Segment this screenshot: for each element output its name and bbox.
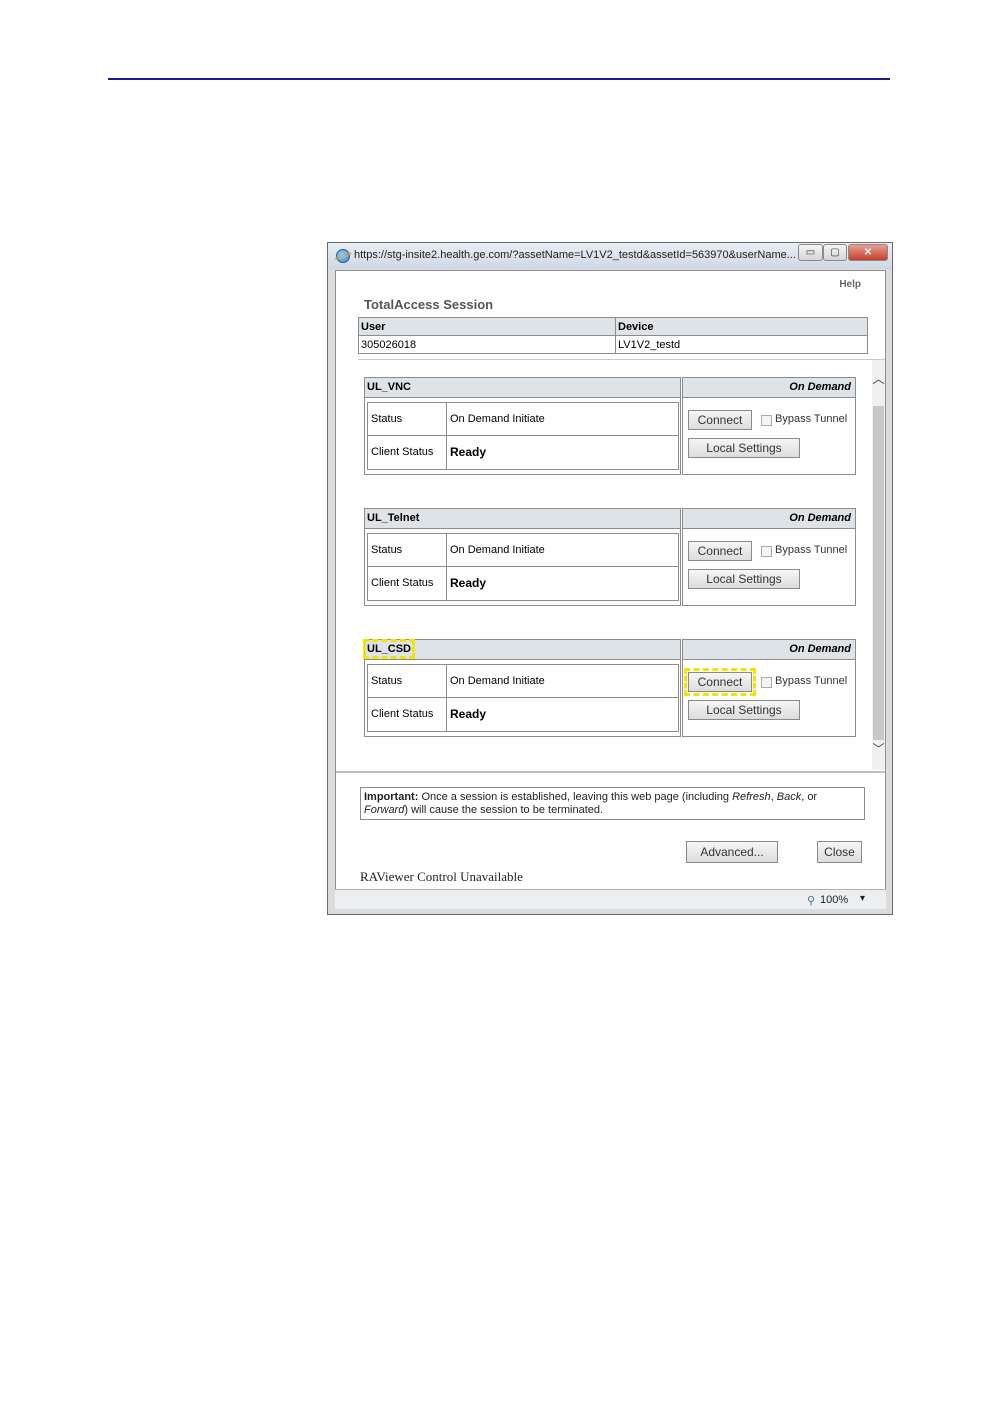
service-name: UL_Telnet (364, 508, 681, 529)
services-scroll-area[interactable]: UL_VNC On Demand Status On Demand Initia… (358, 359, 885, 771)
service-status-grid: Status On Demand Initiate Client Status … (364, 660, 681, 737)
status-label: Status (367, 533, 447, 567)
important-text-b: , or (801, 791, 818, 803)
service-panel-ul-telnet: UL_Telnet On Demand Status On Demand Ini… (364, 508, 856, 606)
service-status-grid: Status On Demand Initiate Client Status … (364, 398, 681, 475)
service-actions: Connect Bypass Tunnel Local Settings (682, 529, 856, 606)
status-value: On Demand Initiate (446, 402, 679, 436)
device-header: Device (615, 317, 868, 336)
service-name: UL_VNC (364, 377, 681, 398)
status-value: On Demand Initiate (446, 664, 679, 698)
session-info-table: User Device 305026018 LV1V2_testd (358, 317, 868, 354)
service-actions: Connect Bypass Tunnel Local Settings (682, 398, 856, 475)
client-status-value: Ready (446, 566, 679, 601)
user-value: 305026018 (358, 335, 616, 354)
raviewer-status-text: RAViewer Control Unavailable (360, 869, 523, 884)
status-label: Status (367, 664, 447, 698)
vertical-scrollbar[interactable]: ︿ ﹀ (872, 360, 885, 770)
client-status-label: Client Status (367, 566, 447, 601)
status-value: On Demand Initiate (446, 533, 679, 567)
browser-popup-window: https://stg-insite2.health.ge.com/?asset… (327, 242, 893, 915)
window-titlebar[interactable]: https://stg-insite2.health.ge.com/?asset… (328, 243, 892, 269)
important-back: Back (776, 791, 802, 803)
client-status-label: Client Status (367, 435, 447, 470)
scrollbar-thumb[interactable] (873, 406, 884, 740)
service-panel-ul-csd: UL_CSD On Demand Status On Demand Initia… (362, 639, 856, 737)
client-status-value: Ready (446, 697, 679, 732)
bypass-tunnel-checkbox[interactable] (761, 677, 772, 688)
important-text-c: ) will cause the session to be terminate… (404, 804, 604, 816)
maximize-button[interactable]: ▢ (823, 244, 847, 261)
bypass-tunnel-label: Bypass Tunnel (775, 675, 848, 687)
zoom-dropdown-icon[interactable]: ▾ (860, 893, 865, 904)
session-info-header-row: User Device (358, 317, 868, 336)
help-link[interactable]: Help (839, 279, 861, 290)
device-value: LV1V2_testd (615, 335, 868, 354)
service-mode: On Demand (682, 377, 856, 398)
session-info-row: 305026018 LV1V2_testd (358, 335, 868, 354)
scroll-down-icon[interactable]: ﹀ (872, 742, 885, 756)
important-text-a: Once a session is established, leaving t… (418, 791, 733, 803)
local-settings-button[interactable]: Local Settings (688, 700, 800, 720)
important-notice: Important: Once a session is established… (360, 787, 865, 820)
close-button[interactable]: Close (817, 841, 862, 863)
connect-button[interactable]: Connect (688, 410, 752, 430)
window-close-button[interactable]: ✕ (848, 244, 888, 261)
bypass-tunnel-label: Bypass Tunnel (775, 544, 848, 556)
zoom-icon: ⚲ (807, 895, 816, 907)
bypass-tunnel-checkbox[interactable] (761, 415, 772, 426)
connect-button[interactable]: Connect (688, 541, 752, 561)
page-content: Help TotalAccess Session User Device 305… (335, 270, 886, 903)
client-status-value: Ready (446, 435, 679, 470)
service-status-grid: Status On Demand Initiate Client Status … (364, 529, 681, 606)
bypass-tunnel-checkbox[interactable] (761, 546, 772, 557)
service-name-highlighted: UL_CSD (362, 639, 416, 659)
page-header-rule (108, 78, 890, 80)
user-header: User (358, 317, 616, 336)
section-divider (336, 771, 885, 773)
service-mode: On Demand (682, 639, 856, 660)
page-title: TotalAccess Session (364, 297, 494, 312)
important-refresh: Refresh (732, 791, 771, 803)
service-name-header: UL_CSD (362, 639, 681, 660)
scroll-up-icon[interactable]: ︿ (872, 372, 885, 386)
ie-browser-icon (336, 249, 350, 263)
service-actions: Connect Bypass Tunnel Local Settings (682, 660, 856, 737)
window-url: https://stg-insite2.health.ge.com/?asset… (354, 249, 796, 261)
zoom-level[interactable]: 100% (820, 894, 848, 906)
client-status-label: Client Status (367, 697, 447, 732)
minimize-button[interactable]: ▭ (798, 244, 823, 261)
service-mode: On Demand (682, 508, 856, 529)
important-label: Important: (364, 791, 419, 803)
browser-statusbar: ⚲ 100% ▾ (335, 889, 886, 909)
advanced-button[interactable]: Advanced... (686, 841, 778, 863)
local-settings-button[interactable]: Local Settings (688, 569, 800, 589)
local-settings-button[interactable]: Local Settings (688, 438, 800, 458)
bypass-tunnel-label: Bypass Tunnel (775, 413, 848, 425)
important-forward: Forward (364, 804, 405, 816)
service-panel-ul-vnc: UL_VNC On Demand Status On Demand Initia… (364, 377, 856, 475)
status-label: Status (367, 402, 447, 436)
connect-button-highlighted[interactable]: Connect (684, 668, 756, 696)
